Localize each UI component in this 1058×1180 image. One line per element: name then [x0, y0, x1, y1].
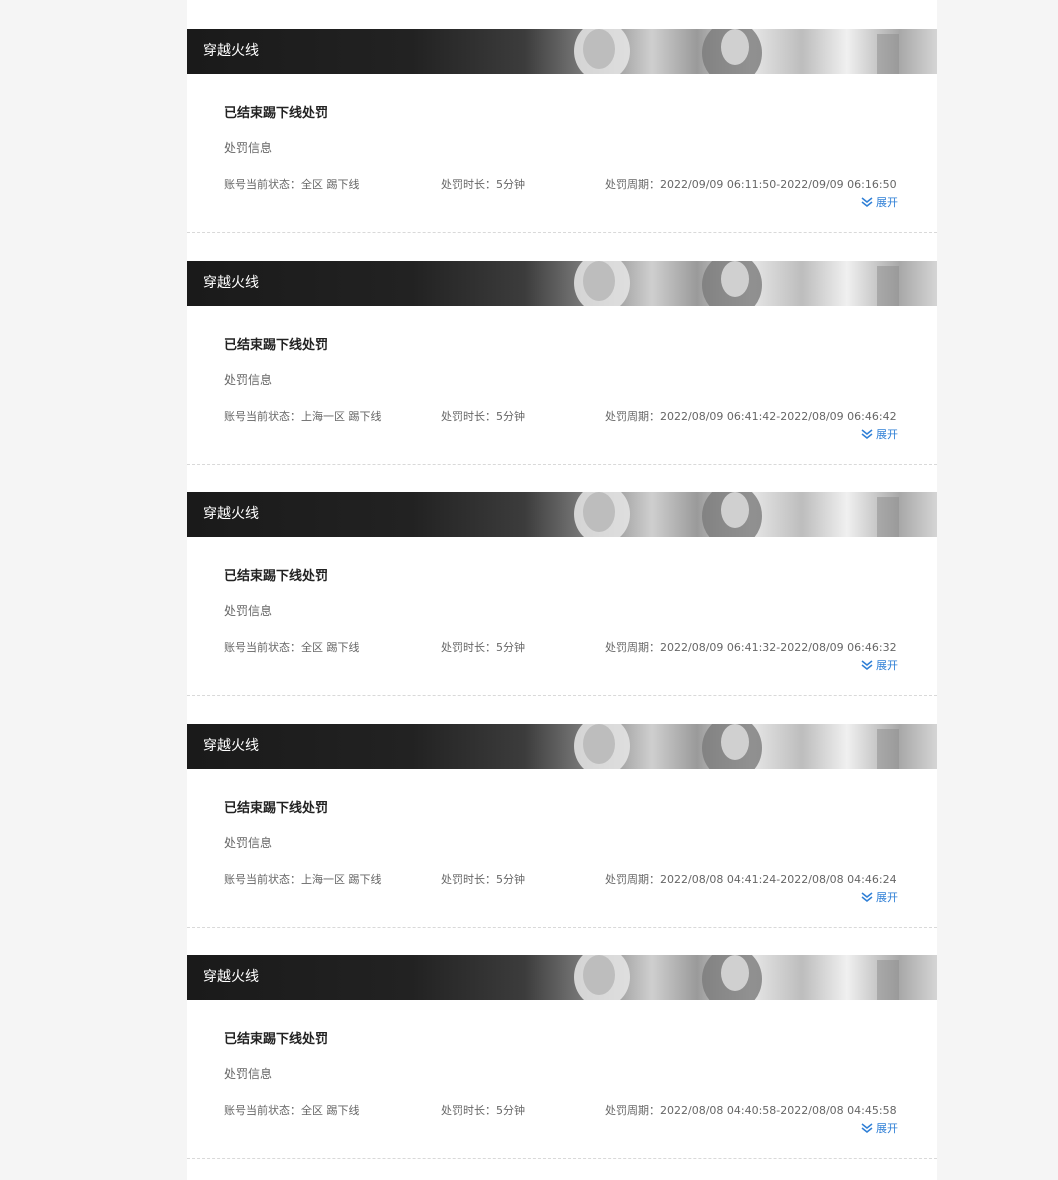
account-status-value: 全区 踢下线 [301, 641, 360, 654]
penalty-duration: 处罚时长：5分钟 [441, 873, 525, 887]
penalty-status-title: 已结束踢下线处罚 [224, 569, 329, 584]
game-name: 穿越火线 [203, 43, 259, 59]
account-status-value: 上海一区 踢下线 [301, 410, 382, 423]
game-name: 穿越火线 [203, 506, 259, 522]
account-status: 账号当前状态：上海一区 踢下线 [224, 410, 382, 424]
penalty-period-label: 处罚周期： [605, 410, 660, 423]
expand-label: 展开 [876, 428, 898, 441]
penalty-period: 处罚周期：2022/08/09 06:41:32-2022/08/09 06:4… [605, 641, 897, 655]
account-status-value: 全区 踢下线 [301, 1104, 360, 1117]
penalty-duration: 处罚时长：5分钟 [441, 641, 525, 655]
expand-label: 展开 [876, 891, 898, 904]
penalty-duration: 处罚时长：5分钟 [441, 1104, 525, 1118]
penalty-record-list: 穿越火线 已结束踢下线处罚 处罚信息 账号当前状态：全区 踢下线 处罚时长：5分… [187, 0, 937, 1180]
penalty-card: 穿越火线 已结束踢下线处罚 处罚信息 账号当前状态：上海一区 踢下线 处罚时长：… [187, 261, 937, 465]
account-status-label: 账号当前状态： [224, 1104, 301, 1117]
penalty-duration-value: 5分钟 [496, 641, 525, 654]
penalty-info-heading: 处罚信息 [224, 604, 273, 618]
banner-art [574, 724, 899, 769]
account-status-label: 账号当前状态： [224, 178, 301, 191]
double-chevron-down-icon [861, 660, 873, 670]
double-chevron-down-icon [861, 197, 873, 207]
account-status-label: 账号当前状态： [224, 410, 301, 423]
penalty-status-title: 已结束踢下线处罚 [224, 1032, 329, 1047]
banner-art [574, 261, 899, 306]
banner-art [574, 492, 899, 537]
penalty-period-label: 处罚周期： [605, 1104, 660, 1117]
penalty-info-heading: 处罚信息 [224, 836, 273, 850]
account-status-value: 上海一区 踢下线 [301, 873, 382, 886]
account-status-label: 账号当前状态： [224, 873, 301, 886]
game-banner: 穿越火线 [187, 29, 937, 74]
expand-button[interactable]: 展开 [861, 891, 898, 905]
game-banner: 穿越火线 [187, 724, 937, 769]
game-banner: 穿越火线 [187, 492, 937, 537]
penalty-period-label: 处罚周期： [605, 178, 660, 191]
penalty-period-value: 2022/08/09 06:41:42-2022/08/09 06:46:42 [660, 410, 897, 423]
account-status: 账号当前状态：上海一区 踢下线 [224, 873, 382, 887]
penalty-period-label: 处罚周期： [605, 873, 660, 886]
expand-button[interactable]: 展开 [861, 428, 898, 442]
double-chevron-down-icon [861, 892, 873, 902]
penalty-status-title: 已结束踢下线处罚 [224, 801, 329, 816]
expand-button[interactable]: 展开 [861, 196, 898, 210]
penalty-card: 穿越火线 已结束踢下线处罚 处罚信息 账号当前状态：全区 踢下线 处罚时长：5分… [187, 492, 937, 696]
game-name: 穿越火线 [203, 738, 259, 754]
penalty-duration: 处罚时长：5分钟 [441, 178, 525, 192]
penalty-info-heading: 处罚信息 [224, 373, 273, 387]
expand-label: 展开 [876, 196, 898, 209]
account-status: 账号当前状态：全区 踢下线 [224, 178, 360, 192]
game-name: 穿越火线 [203, 969, 259, 985]
penalty-duration-value: 5分钟 [496, 178, 525, 191]
penalty-info-heading: 处罚信息 [224, 1067, 273, 1081]
penalty-status-title: 已结束踢下线处罚 [224, 338, 329, 353]
penalty-card: 穿越火线 已结束踢下线处罚 处罚信息 账号当前状态：全区 踢下线 处罚时长：5分… [187, 955, 937, 1159]
penalty-duration: 处罚时长：5分钟 [441, 410, 525, 424]
penalty-period: 处罚周期：2022/08/08 04:41:24-2022/08/08 04:4… [605, 873, 897, 887]
account-status-value: 全区 踢下线 [301, 178, 360, 191]
penalty-card: 穿越火线 已结束踢下线处罚 处罚信息 账号当前状态：全区 踢下线 处罚时长：5分… [187, 29, 937, 233]
penalty-duration-value: 5分钟 [496, 873, 525, 886]
account-status: 账号当前状态：全区 踢下线 [224, 641, 360, 655]
penalty-period: 处罚周期：2022/08/09 06:41:42-2022/08/09 06:4… [605, 410, 897, 424]
penalty-period: 处罚周期：2022/08/08 04:40:58-2022/08/08 04:4… [605, 1104, 897, 1118]
penalty-period: 处罚周期：2022/09/09 06:11:50-2022/09/09 06:1… [605, 178, 897, 192]
penalty-status-title: 已结束踢下线处罚 [224, 106, 329, 121]
game-name: 穿越火线 [203, 275, 259, 291]
banner-art [574, 955, 899, 1000]
penalty-duration-label: 处罚时长： [441, 178, 496, 191]
penalty-duration-value: 5分钟 [496, 410, 525, 423]
penalty-period-label: 处罚周期： [605, 641, 660, 654]
penalty-card: 穿越火线 已结束踢下线处罚 处罚信息 账号当前状态：上海一区 踢下线 处罚时长：… [187, 724, 937, 928]
penalty-duration-label: 处罚时长： [441, 873, 496, 886]
double-chevron-down-icon [861, 1123, 873, 1133]
account-status: 账号当前状态：全区 踢下线 [224, 1104, 360, 1118]
penalty-duration-label: 处罚时长： [441, 1104, 496, 1117]
penalty-period-value: 2022/08/09 06:41:32-2022/08/09 06:46:32 [660, 641, 897, 654]
double-chevron-down-icon [861, 429, 873, 439]
game-banner: 穿越火线 [187, 955, 937, 1000]
expand-label: 展开 [876, 1122, 898, 1135]
expand-label: 展开 [876, 659, 898, 672]
expand-button[interactable]: 展开 [861, 1122, 898, 1136]
penalty-period-value: 2022/08/08 04:40:58-2022/08/08 04:45:58 [660, 1104, 897, 1117]
penalty-info-heading: 处罚信息 [224, 141, 273, 155]
penalty-duration-label: 处罚时长： [441, 410, 496, 423]
penalty-duration-value: 5分钟 [496, 1104, 525, 1117]
banner-art [574, 29, 899, 74]
penalty-period-value: 2022/08/08 04:41:24-2022/08/08 04:46:24 [660, 873, 897, 886]
penalty-duration-label: 处罚时长： [441, 641, 496, 654]
account-status-label: 账号当前状态： [224, 641, 301, 654]
penalty-period-value: 2022/09/09 06:11:50-2022/09/09 06:16:50 [660, 178, 897, 191]
game-banner: 穿越火线 [187, 261, 937, 306]
expand-button[interactable]: 展开 [861, 659, 898, 673]
